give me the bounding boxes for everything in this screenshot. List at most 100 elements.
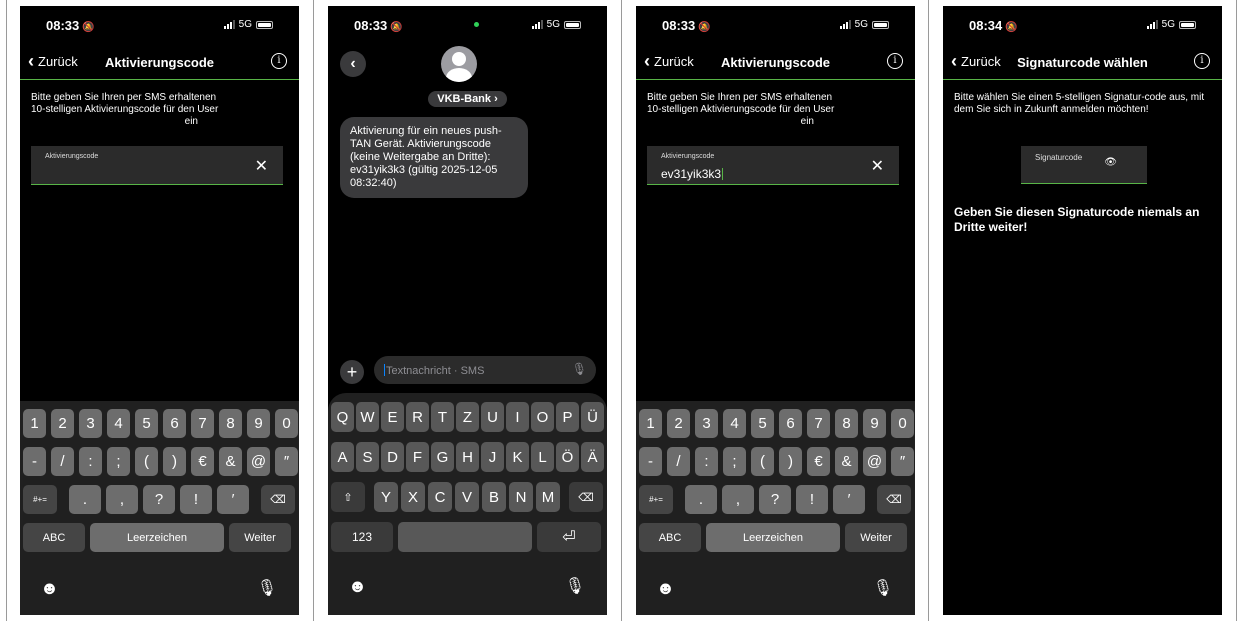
key-return[interactable]: Weiter xyxy=(229,523,291,552)
key-1[interactable]: 1 xyxy=(23,409,46,438)
key-r[interactable]: R xyxy=(406,402,429,432)
key-7[interactable]: 7 xyxy=(807,409,830,438)
key-0[interactable]: 0 xyxy=(275,409,298,438)
key-paren-close[interactable]: ) xyxy=(779,447,802,476)
key-period[interactable]: . xyxy=(685,485,717,514)
return-icon[interactable]: ⏎ xyxy=(537,522,601,552)
add-attachment-button[interactable]: + xyxy=(340,360,364,384)
key-g[interactable]: G xyxy=(431,442,454,472)
activation-code-field[interactable]: Aktivierungscode ✕ xyxy=(31,146,283,185)
key-i[interactable]: I xyxy=(506,402,529,432)
key-c[interactable]: C xyxy=(428,482,452,512)
key-exclamation[interactable]: ! xyxy=(180,485,212,514)
info-icon[interactable]: i xyxy=(887,53,903,69)
key-v[interactable]: V xyxy=(455,482,479,512)
key-h[interactable]: H xyxy=(456,442,479,472)
key-colon[interactable]: : xyxy=(79,447,102,476)
key-w[interactable]: W xyxy=(356,402,379,432)
key-3[interactable]: 3 xyxy=(695,409,718,438)
key-comma[interactable]: , xyxy=(106,485,138,514)
key-at[interactable]: @ xyxy=(247,447,270,476)
key-s[interactable]: S xyxy=(356,442,379,472)
key-9[interactable]: 9 xyxy=(863,409,886,438)
close-icon[interactable]: ✕ xyxy=(255,156,268,176)
key-symbols[interactable]: #+= xyxy=(639,485,673,514)
key-q[interactable]: Q xyxy=(331,402,354,432)
key-at[interactable]: @ xyxy=(863,447,886,476)
key-apostrophe[interactable]: ′ xyxy=(217,485,249,514)
key-1[interactable]: 1 xyxy=(639,409,662,438)
backspace-icon[interactable]: ⌫ xyxy=(261,485,295,514)
activation-code-field[interactable]: Aktivierungscode ev31yik3k3 ✕ xyxy=(647,146,899,185)
key-6[interactable]: 6 xyxy=(163,409,186,438)
key-0[interactable]: 0 xyxy=(891,409,914,438)
key-paren-open[interactable]: ( xyxy=(751,447,774,476)
key-t[interactable]: T xyxy=(431,402,454,432)
key-numbers[interactable]: 123 xyxy=(331,522,393,552)
emoji-icon[interactable]: ☻ xyxy=(348,576,367,597)
key-f[interactable]: F xyxy=(406,442,429,472)
key-l[interactable]: L xyxy=(531,442,554,472)
key-a[interactable]: A xyxy=(331,442,354,472)
key-8[interactable]: 8 xyxy=(219,409,242,438)
key-minus[interactable]: - xyxy=(639,447,662,476)
key-5[interactable]: 5 xyxy=(135,409,158,438)
microphone-icon[interactable]: 🎙 xyxy=(257,578,277,598)
key-u[interactable]: U xyxy=(481,402,504,432)
key-paren-close[interactable]: ) xyxy=(163,447,186,476)
key-d[interactable]: D xyxy=(381,442,404,472)
info-icon[interactable]: i xyxy=(1194,53,1210,69)
key-euro[interactable]: € xyxy=(191,447,214,476)
key-b[interactable]: B xyxy=(482,482,506,512)
key-ampersand[interactable]: & xyxy=(835,447,858,476)
message-input[interactable]: Textnachricht · SMS 🎙 xyxy=(374,356,596,384)
key-5[interactable]: 5 xyxy=(751,409,774,438)
microphone-icon[interactable]: 🎙 xyxy=(572,362,587,376)
key-quote[interactable]: ″ xyxy=(275,447,298,476)
key-apostrophe[interactable]: ′ xyxy=(833,485,865,514)
key-return[interactable]: Weiter xyxy=(845,523,907,552)
key-2[interactable]: 2 xyxy=(51,409,74,438)
info-icon[interactable]: i xyxy=(271,53,287,69)
key-3[interactable]: 3 xyxy=(79,409,102,438)
key-question[interactable]: ? xyxy=(143,485,175,514)
key-4[interactable]: 4 xyxy=(723,409,746,438)
key-ampersand[interactable]: & xyxy=(219,447,242,476)
emoji-icon[interactable]: ☻ xyxy=(656,578,675,599)
key-oe[interactable]: Ö xyxy=(556,442,579,472)
key-m[interactable]: M xyxy=(536,482,560,512)
contact-avatar[interactable] xyxy=(441,46,477,82)
key-paren-open[interactable]: ( xyxy=(135,447,158,476)
key-y[interactable]: Y xyxy=(374,482,398,512)
key-quote[interactable]: ″ xyxy=(891,447,914,476)
key-2[interactable]: 2 xyxy=(667,409,690,438)
key-space[interactable]: Leerzeichen xyxy=(706,523,840,552)
key-minus[interactable]: - xyxy=(23,447,46,476)
key-p[interactable]: P xyxy=(556,402,579,432)
microphone-icon[interactable]: 🎙 xyxy=(565,576,585,596)
key-abc[interactable]: ABC xyxy=(23,523,85,552)
key-e[interactable]: E xyxy=(381,402,404,432)
key-space[interactable] xyxy=(398,522,532,552)
back-button[interactable]: ‹ xyxy=(340,51,366,77)
microphone-icon[interactable]: 🎙 xyxy=(873,578,893,598)
key-semicolon[interactable]: ; xyxy=(107,447,130,476)
key-x[interactable]: X xyxy=(401,482,425,512)
key-ae[interactable]: Ä xyxy=(581,442,604,472)
key-6[interactable]: 6 xyxy=(779,409,802,438)
backspace-icon[interactable]: ⌫ xyxy=(569,482,603,512)
key-z[interactable]: Z xyxy=(456,402,479,432)
key-slash[interactable]: / xyxy=(51,447,74,476)
key-n[interactable]: N xyxy=(509,482,533,512)
emoji-icon[interactable]: ☻ xyxy=(40,578,59,599)
backspace-icon[interactable]: ⌫ xyxy=(877,485,911,514)
close-icon[interactable]: ✕ xyxy=(871,156,884,176)
key-ue[interactable]: Ü xyxy=(581,402,604,432)
key-8[interactable]: 8 xyxy=(835,409,858,438)
key-9[interactable]: 9 xyxy=(247,409,270,438)
key-question[interactable]: ? xyxy=(759,485,791,514)
key-exclamation[interactable]: ! xyxy=(796,485,828,514)
key-abc[interactable]: ABC xyxy=(639,523,701,552)
key-k[interactable]: K xyxy=(506,442,529,472)
key-colon[interactable]: : xyxy=(695,447,718,476)
